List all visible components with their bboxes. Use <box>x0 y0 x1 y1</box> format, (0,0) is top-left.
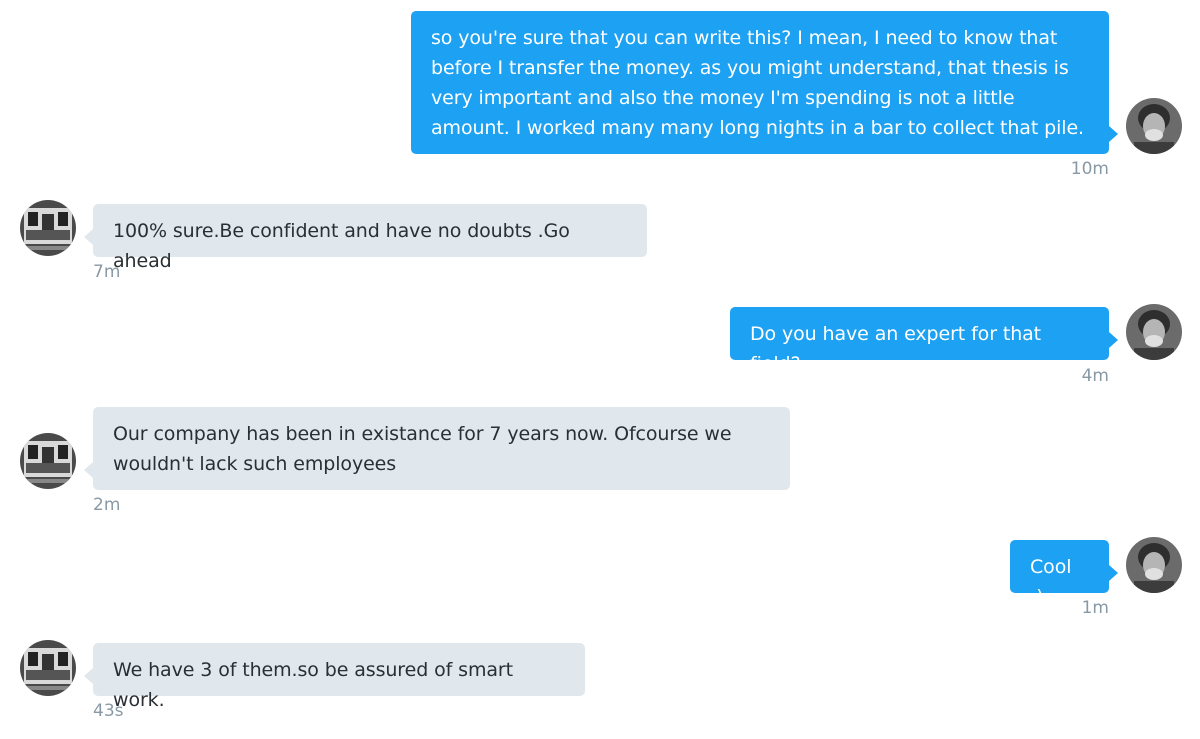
message-timestamp: 2m <box>93 495 121 515</box>
user-avatar[interactable] <box>1126 537 1182 593</box>
contact-avatar-image <box>20 640 76 696</box>
contact-avatar-image <box>20 433 76 489</box>
message-bubble[interactable]: Our company has been in existance for 7 … <box>84 407 790 490</box>
message-timestamp: 10m <box>1070 159 1109 179</box>
message-bubble[interactable]: Do you have an expert for that field? <box>730 307 1118 375</box>
user-avatar-image <box>1126 537 1182 593</box>
message-timestamp: 4m <box>1081 366 1109 386</box>
contact-avatar[interactable] <box>20 433 76 489</box>
message-bubble[interactable]: We have 3 of them.so be assured of smart… <box>84 643 585 711</box>
message-timestamp: 1m <box>1081 598 1109 618</box>
contact-avatar[interactable] <box>20 200 76 256</box>
contact-avatar[interactable] <box>20 640 76 696</box>
user-avatar-image <box>1126 304 1182 360</box>
contact-avatar-image <box>20 200 76 256</box>
message-bubble[interactable]: Cool :) <box>1010 540 1118 608</box>
conversation-thread: so you're sure that you can write this? … <box>0 0 1200 739</box>
message-bubble[interactable]: so you're sure that you can write this? … <box>411 11 1118 154</box>
message-timestamp: 7m <box>93 262 121 282</box>
message-timestamp: 43s <box>93 701 124 721</box>
message-bubble[interactable]: 100% sure.Be confident and have no doubt… <box>84 204 647 272</box>
user-avatar[interactable] <box>1126 98 1182 154</box>
user-avatar-image <box>1126 98 1182 154</box>
user-avatar[interactable] <box>1126 304 1182 360</box>
